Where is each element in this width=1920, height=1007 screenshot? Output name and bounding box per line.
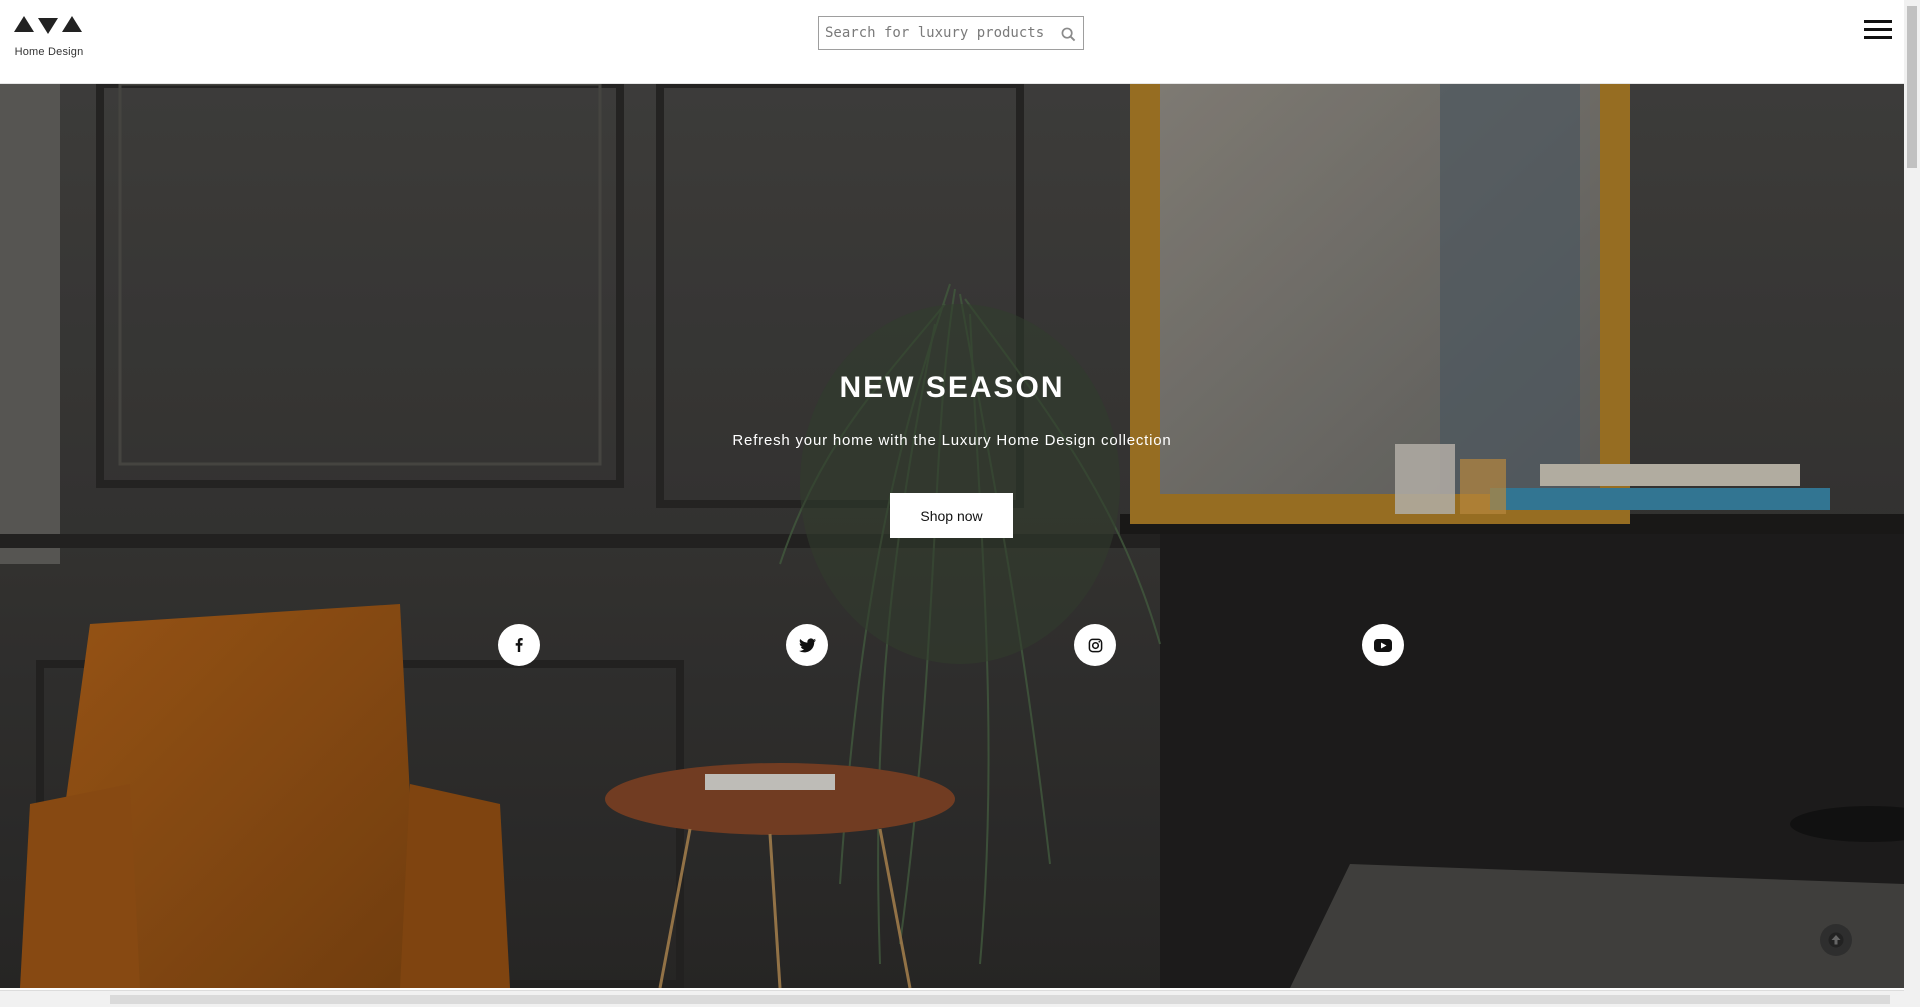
youtube-icon[interactable] [1362, 624, 1404, 666]
hero-banner: NEW SEASON Refresh your home with the Lu… [0, 84, 1904, 988]
shop-now-button[interactable]: Shop now [890, 493, 1013, 538]
search-icon[interactable] [1057, 23, 1079, 45]
search-bar [818, 16, 1084, 50]
logo[interactable]: Home Design [12, 12, 86, 62]
site-header: Home Design [0, 0, 1904, 84]
twitter-icon[interactable] [786, 624, 828, 666]
logo-triangles-icon [14, 16, 82, 34]
facebook-icon[interactable] [498, 624, 540, 666]
arrow-up-icon[interactable] [1820, 924, 1852, 956]
hero-subtitle: Refresh your home with the Luxury Home D… [732, 432, 1172, 449]
search-input[interactable] [819, 17, 1049, 49]
hero-title: NEW SEASON [839, 371, 1065, 404]
hamburger-menu-icon[interactable] [1862, 18, 1894, 42]
vertical-scrollbar[interactable] [1904, 0, 1920, 1007]
vertical-scrollbar-thumb[interactable] [1907, 6, 1917, 168]
instagram-icon[interactable] [1074, 624, 1116, 666]
horizontal-scrollbar[interactable] [0, 990, 1904, 1007]
horizontal-scrollbar-thumb[interactable] [110, 995, 1890, 1004]
logo-text: Home Design [14, 46, 84, 58]
